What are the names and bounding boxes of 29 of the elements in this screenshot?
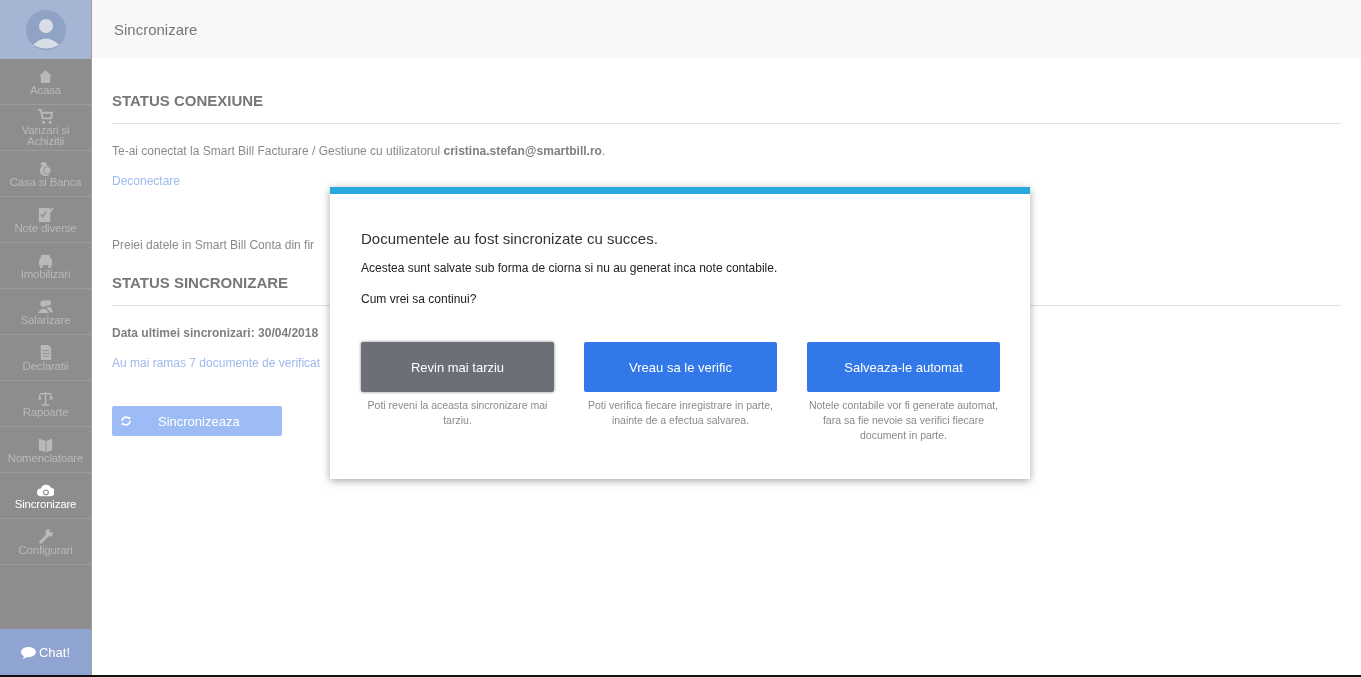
- action-button[interactable]: Vreau sa le verific: [584, 342, 777, 392]
- avatar-icon: [25, 9, 66, 50]
- page-title: Sincronizare: [114, 20, 198, 38]
- connection-text: Te-ai conectat la Smart Bill Facturare / Gestiune cu utilizatorul cristina.stefan@smartbill.ro.: [112, 144, 607, 158]
- coins-icon: [37, 159, 54, 177]
- dialog-question: Cum vrei sa continui?: [361, 292, 478, 306]
- scales-icon: [37, 389, 54, 407]
- action-button[interactable]: Salveaza-le automat: [807, 342, 1000, 392]
- import-text: Preiei datele in Smart Bill Conta din fir: [112, 238, 315, 252]
- people-icon: [37, 297, 54, 315]
- later-button[interactable]: Revin mai tarziu: [361, 342, 554, 392]
- wrench-icon: [37, 527, 54, 545]
- option-hint: Notele contabile vor fi generate automat, fara sa fie nevoie sa verifici fiecare document in parte.: [807, 398, 1000, 443]
- disconnect-link[interactable]: Deconectare: [112, 174, 1341, 188]
- option-hint: Poti reveni la aceasta sincronizare mai tarziu.: [366, 398, 549, 428]
- option-hint: Poti verifica fiecare inregistrare in parte, inainte de a efectua salvarea.: [587, 398, 774, 428]
- checklist-icon: [37, 205, 54, 223]
- cart-icon: [37, 108, 54, 125]
- house-icon: [37, 67, 54, 85]
- section-heading: STATUS SINCRONIZARE: [112, 274, 290, 291]
- chat-button[interactable]: Chat!: [0, 629, 91, 675]
- speech-bubble-icon: [20, 645, 36, 659]
- dialog-title: Documentele au fost sincronizate cu succes.: [361, 230, 659, 247]
- sync-button[interactable]: Sincronizeaza: [112, 406, 282, 436]
- dialog-message: Acestea sunt salvate sub forma de ciorna si nu au generat inca note contabile.: [361, 261, 779, 275]
- sidebar-item[interactable]: Sincronizare: [0, 473, 91, 519]
- last-sync-text: Data ultimei sincronizari: 30/04/2018: [112, 326, 320, 340]
- section-heading: STATUS CONEXIUNE: [112, 92, 265, 109]
- refresh-icon: [120, 415, 132, 427]
